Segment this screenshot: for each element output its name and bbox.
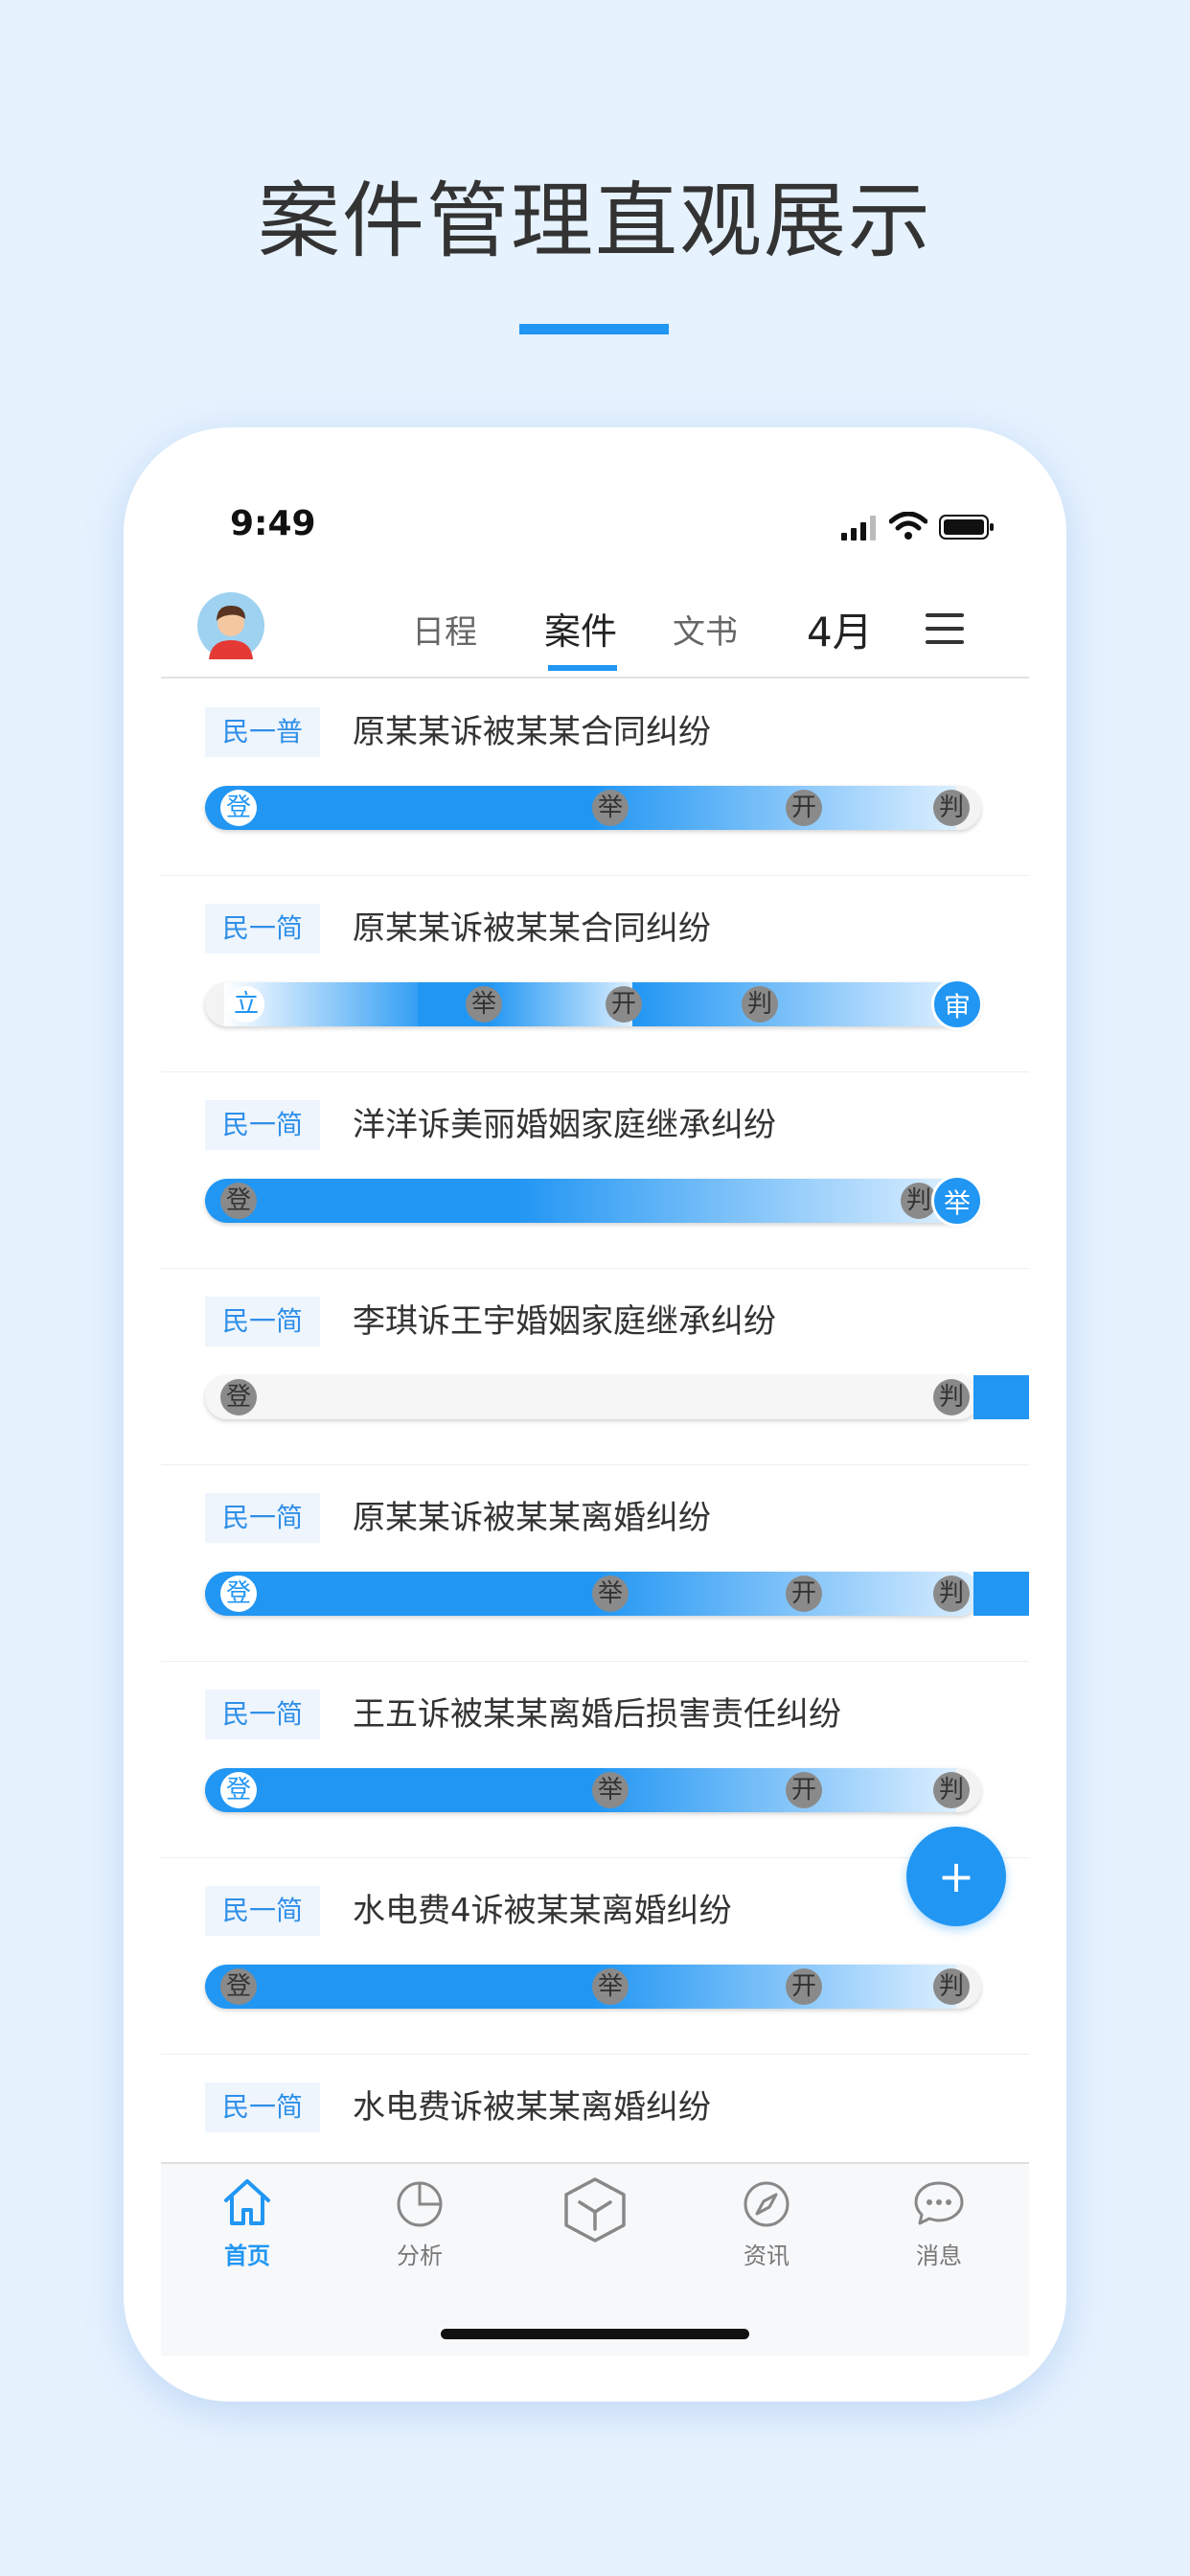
case-type-tag: 民一普: [205, 707, 320, 757]
stage-node-judgment: 判: [933, 790, 970, 826]
tab-cases[interactable]: 案件: [544, 602, 617, 655]
stage-node-judgment: 判: [933, 1968, 970, 2005]
case-title: 王五诉被某某离婚后损害责任纠纷: [353, 1695, 841, 1734]
stage-node-register: 登: [220, 790, 257, 826]
bottom-tab-bar: 首页 分析 资讯 消息: [161, 2162, 1029, 2356]
case-title: 李琪诉王宇婚姻家庭继承纠纷: [353, 1302, 776, 1341]
progress-track: 登 判: [205, 1375, 981, 1419]
tab-center[interactable]: [538, 2175, 652, 2252]
stage-node-evidence: 举: [466, 986, 502, 1023]
progress-track: 登 举 开 判: [205, 1768, 981, 1812]
case-title: 原某某诉被某某离婚纠纷: [353, 1499, 711, 1537]
progress-gradient: [515, 1179, 956, 1223]
user-avatar[interactable]: [197, 592, 264, 659]
menu-icon[interactable]: [926, 613, 964, 644]
stage-node-judgment: 判: [933, 1772, 970, 1808]
stage-node-hearing: 开: [786, 1772, 822, 1808]
tab-analysis[interactable]: 分析: [362, 2175, 477, 2270]
tab-messages-label: 消息: [916, 2242, 962, 2269]
tab-news[interactable]: 资讯: [709, 2175, 824, 2270]
chat-bubble-icon: [914, 2181, 964, 2225]
stage-node-hearing: 开: [786, 790, 822, 826]
case-type-tag: 民一简: [205, 1493, 320, 1543]
wifi-icon: [889, 512, 927, 540]
compass-icon: [744, 2181, 790, 2227]
case-item[interactable]: 民一普 原某某诉被某某合同纠纷 登 举 开 判: [161, 678, 1029, 876]
stage-node-register: 登: [220, 1183, 257, 1219]
top-navigation: 日程 案件 文书 4月: [161, 581, 1029, 678]
stage-node-judgment: 判: [933, 1576, 970, 1612]
home-indicator: [441, 2329, 749, 2339]
progress-gradient: [592, 1965, 956, 2009]
progress-track: 登 举 开 判: [205, 786, 981, 830]
progress-track: 登 举 开 判: [205, 1965, 981, 2009]
home-icon: [224, 2179, 270, 2225]
stage-node-evidence: 举: [592, 1968, 629, 2005]
progress-fill: [205, 1768, 592, 1812]
status-time: 9:49: [230, 504, 316, 543]
cellular-signal-icon: [841, 516, 876, 540]
headline-divider: [519, 324, 669, 334]
cube-icon: [564, 2177, 626, 2242]
tab-news-label: 资讯: [744, 2242, 790, 2269]
tab-home-label: 首页: [224, 2242, 270, 2269]
add-case-button[interactable]: +: [906, 1827, 1006, 1926]
stage-node-evidence: 举: [592, 1576, 629, 1612]
progress-overflow: [973, 1572, 1029, 1616]
tab-analysis-label: 分析: [397, 2242, 443, 2269]
case-type-tag: 民一简: [205, 904, 320, 954]
stage-node-hearing: 开: [786, 1576, 822, 1612]
case-type-tag: 民一简: [205, 2082, 320, 2132]
case-title: 原某某诉被某某合同纠纷: [353, 713, 711, 751]
progress-track: 立 举 开 判: [205, 982, 981, 1026]
case-item[interactable]: 民一简 李琪诉王宇婚姻家庭继承纠纷 登 判: [161, 1268, 1029, 1465]
progress-track: 登 判: [205, 1179, 981, 1223]
progress-gradient: [592, 786, 956, 830]
tab-home[interactable]: 首页: [190, 2175, 305, 2270]
progress-fill: [205, 1572, 592, 1616]
case-item[interactable]: 民一简 洋洋诉美丽婚姻家庭继承纠纷 登 判 举: [161, 1071, 1029, 1269]
progress-gradient: [632, 982, 956, 1026]
tab-messages[interactable]: 消息: [881, 2175, 996, 2270]
stage-node-register: 登: [220, 1379, 257, 1415]
pie-chart-icon: [397, 2181, 443, 2227]
case-type-tag: 民一简: [205, 1886, 320, 1936]
progress-track: 登 举 开 判: [205, 1572, 981, 1616]
progress-gradient: [592, 1768, 956, 1812]
case-title: 洋洋诉美丽婚姻家庭继承纠纷: [353, 1106, 776, 1144]
tab-documents[interactable]: 文书: [673, 606, 738, 653]
case-type-tag: 民一简: [205, 1297, 320, 1346]
case-type-tag: 民一简: [205, 1100, 320, 1150]
case-item[interactable]: 民一简 原某某诉被某某离婚纠纷 登 举 开 判: [161, 1464, 1029, 1662]
progress-fill: [205, 1965, 592, 2009]
stage-node-register: 登: [220, 1968, 257, 2005]
stage-node-hearing: 开: [786, 1968, 822, 2005]
case-title: 水电费诉被某某离婚纠纷: [353, 2088, 711, 2127]
stage-node-filing: 立: [228, 986, 264, 1023]
case-item[interactable]: 民一简 王五诉被某某离婚后损害责任纠纷 登 举 开 判: [161, 1661, 1029, 1858]
case-title: 原某某诉被某某合同纠纷: [353, 909, 711, 948]
case-title: 水电费4诉被某某离婚纠纷: [353, 1892, 732, 1930]
month-selector[interactable]: 4月: [807, 600, 873, 658]
case-item[interactable]: 民一简 水电费4诉被某某离婚纠纷 登 举 开 判: [161, 1857, 1029, 2055]
stage-node-register: 登: [220, 1576, 257, 1612]
case-type-tag: 民一简: [205, 1690, 320, 1739]
stage-node-evidence-current: 举: [931, 1175, 983, 1227]
stage-node-judgment: 判: [933, 1379, 970, 1415]
stage-node-register: 登: [220, 1772, 257, 1808]
stage-node-hearing: 开: [606, 986, 642, 1023]
battery-icon: [939, 515, 994, 540]
stage-node-judgment: 判: [742, 986, 778, 1023]
stage-node-evidence: 举: [592, 1772, 629, 1808]
progress-overflow: [973, 1375, 1029, 1419]
active-tab-indicator: [548, 665, 617, 671]
status-bar: 9:49: [161, 475, 1029, 581]
case-item[interactable]: 民一简 原某某诉被某某合同纠纷 立 举 开 判 审: [161, 875, 1029, 1072]
tab-schedule[interactable]: 日程: [412, 606, 477, 653]
stage-node-evidence: 举: [592, 790, 629, 826]
phone-screen: 9:49 日程 案件 文书 4月 民一普 原某某诉被某某合同纠纷 登 举 开 判…: [161, 475, 1029, 2356]
stage-node-trial-current: 审: [931, 978, 983, 1030]
headline: 案件管理直观展示: [258, 173, 932, 269]
progress-fill: [205, 786, 592, 830]
